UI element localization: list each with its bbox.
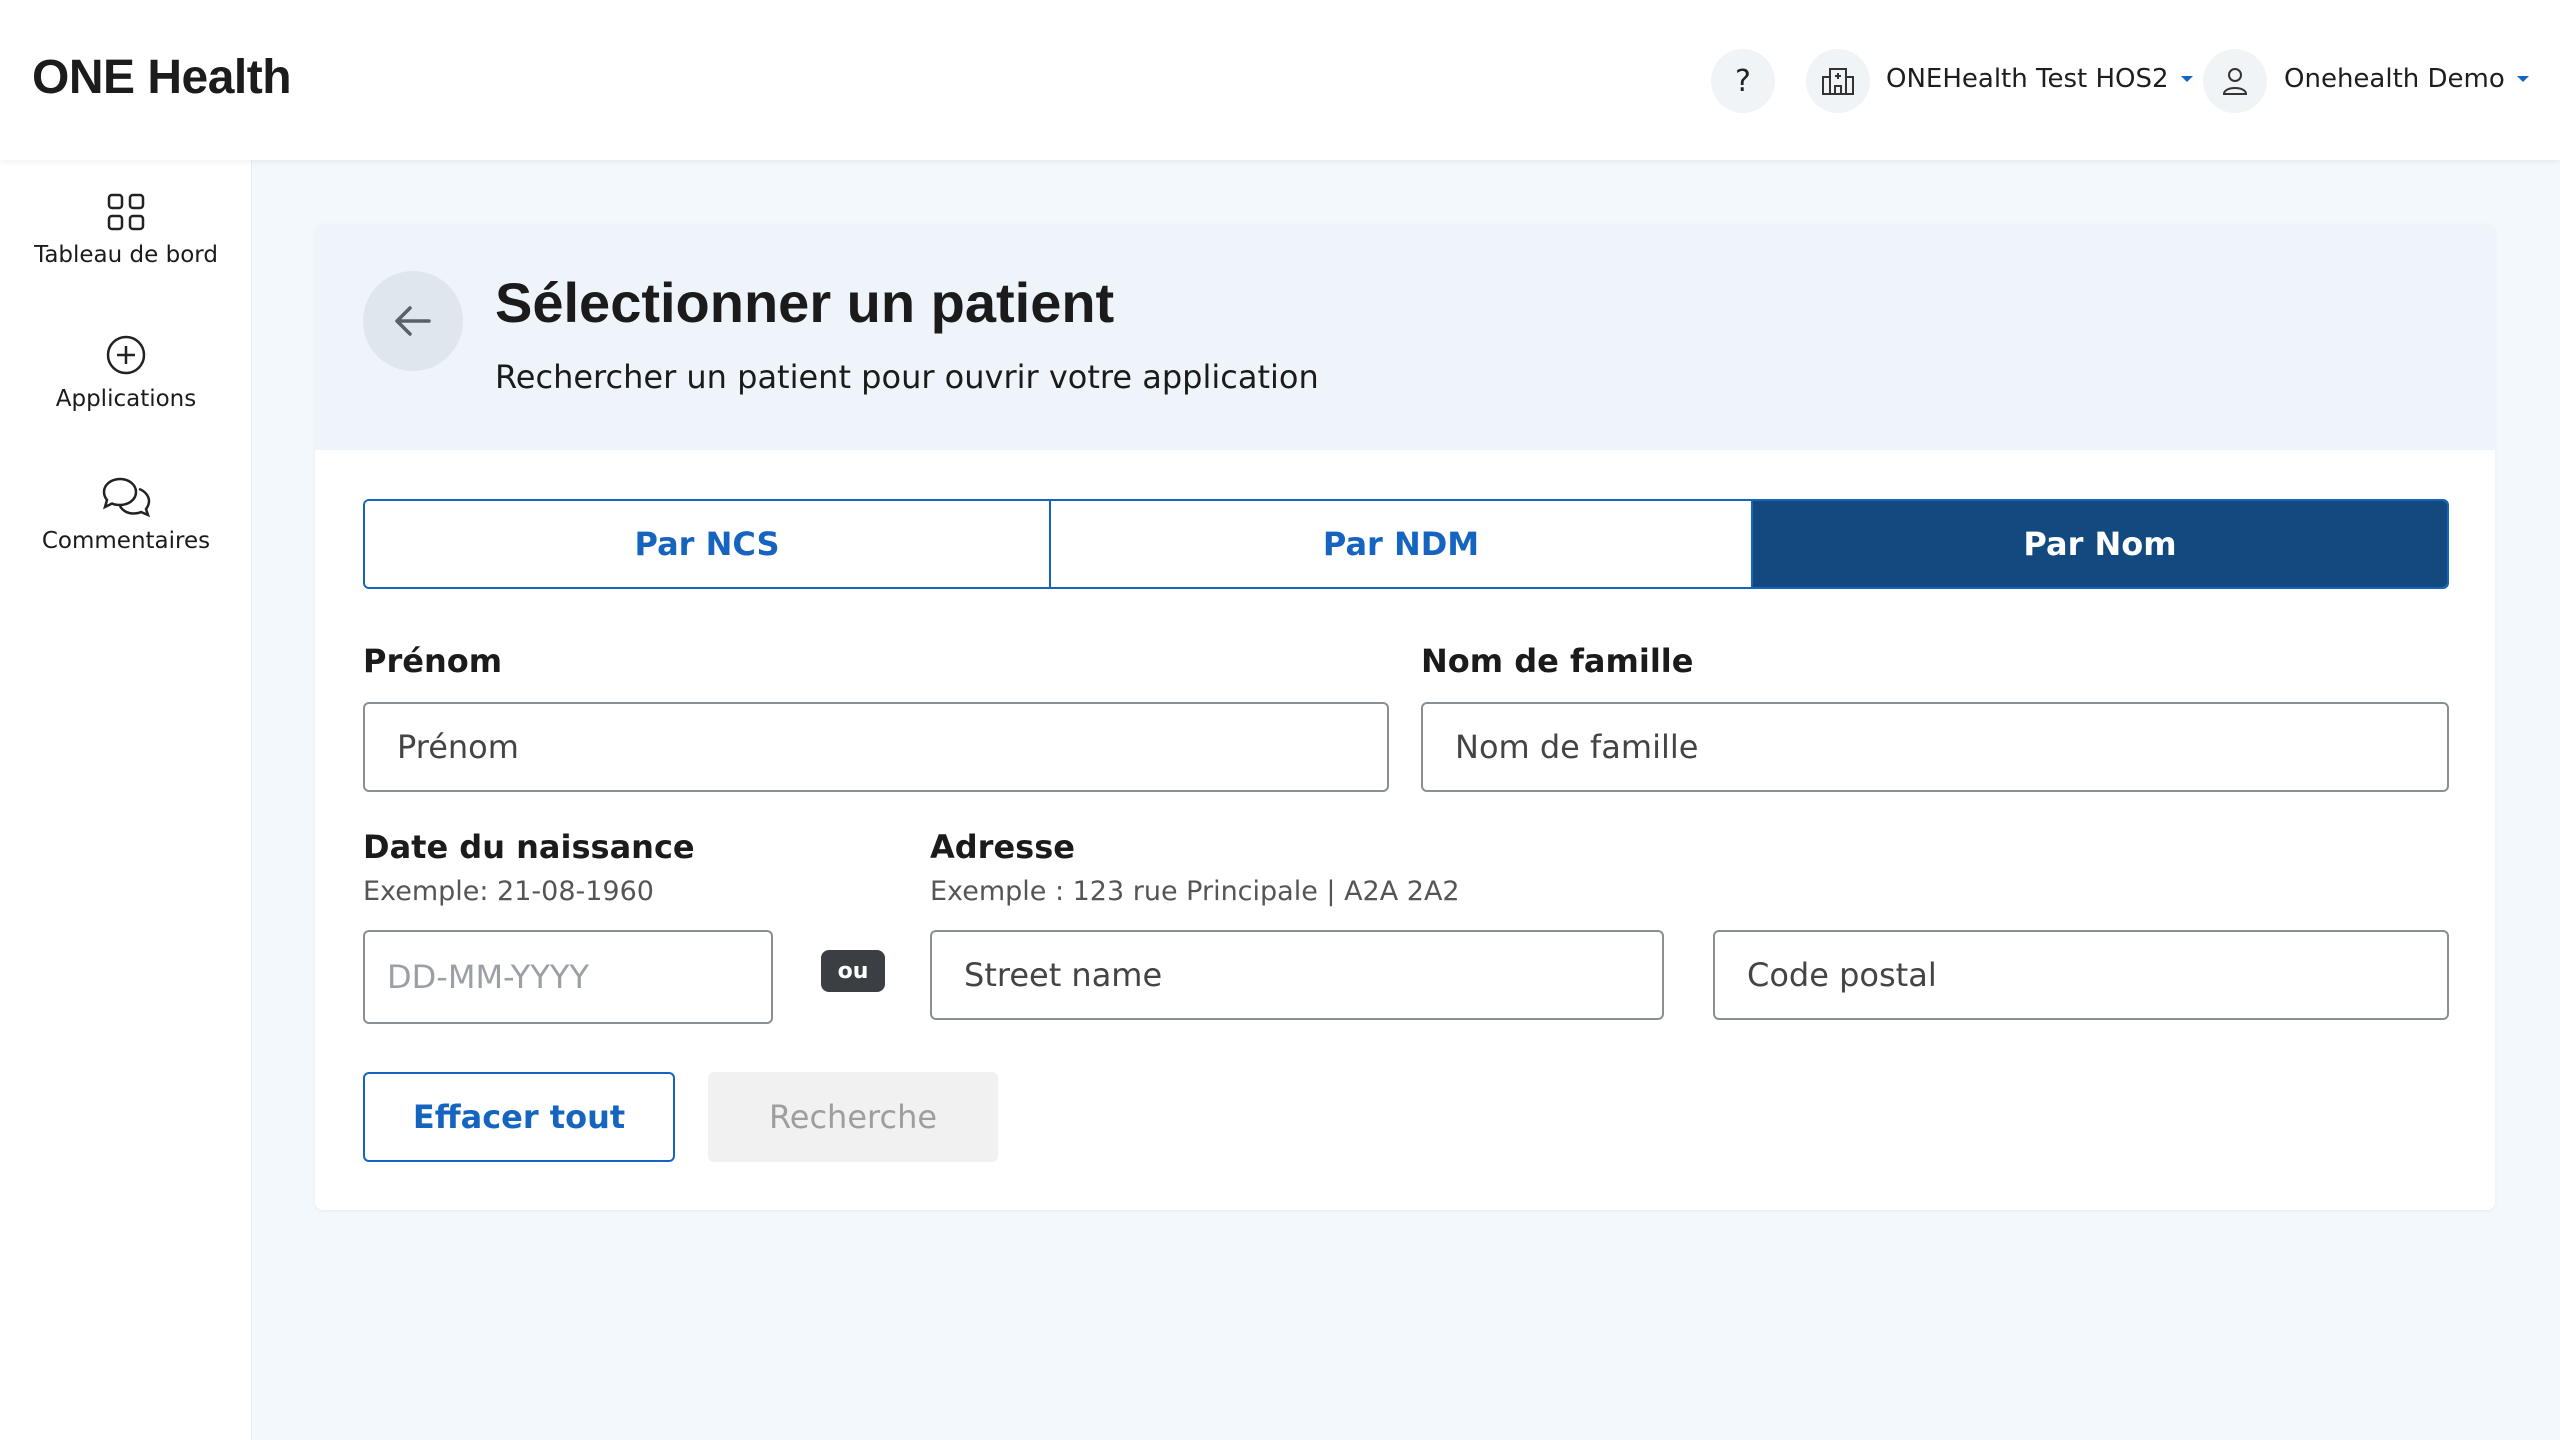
user-menu[interactable]: Onehealth Demo: [2284, 64, 2529, 94]
sidebar: Tableau de bord Applications Commentaire…: [0, 160, 252, 1440]
chat-bubbles-icon: [102, 477, 151, 518]
first-name-label: Prénom: [363, 642, 503, 680]
clear-all-button[interactable]: Effacer tout: [363, 1072, 675, 1162]
tab-par-ncs[interactable]: Par NCS: [365, 501, 1049, 587]
user-name: Onehealth Demo: [2284, 64, 2505, 94]
chevron-down-icon: [2516, 76, 2529, 82]
address-hint: Exemple : 123 rue Principale | A2A 2A2: [930, 876, 1460, 907]
back-button[interactable]: [363, 271, 463, 371]
chevron-down-icon: [2180, 76, 2193, 82]
sidebar-item-applications[interactable]: Applications: [0, 334, 252, 412]
sidebar-item-comments[interactable]: Commentaires: [0, 476, 252, 554]
hospital-icon: [1822, 68, 1854, 95]
dob-input[interactable]: DD-MM-YYYY: [363, 930, 773, 1024]
sidebar-item-label: Applications: [55, 386, 197, 412]
user-icon: [2222, 68, 2248, 95]
arrow-left-icon: [395, 306, 431, 336]
sidebar-item-label: Commentaires: [41, 528, 211, 554]
postal-code-input[interactable]: Code postal: [1713, 930, 2449, 1020]
top-bar: ONE Health ? ONEHealth Test HOS2 Oneheal…: [0, 0, 2560, 160]
help-label: ?: [1735, 63, 1751, 99]
hospital-name: ONEHealth Test HOS2: [1886, 64, 2169, 94]
hospital-selector[interactable]: ONEHealth Test HOS2: [1886, 64, 2193, 94]
or-badge: ou: [821, 950, 885, 992]
page-title: Sélectionner un patient: [495, 271, 1115, 334]
plus-circle-icon: [106, 335, 146, 375]
sidebar-item-label: Tableau de bord: [34, 242, 218, 268]
hospital-icon-button[interactable]: [1806, 49, 1870, 113]
page-subtitle: Rechercher un patient pour ouvrir votre …: [495, 358, 1319, 396]
dob-hint: Exemple: 21-08-1960: [363, 876, 654, 907]
patient-search-card: Sélectionner un patient Rechercher un pa…: [315, 224, 2495, 1210]
help-button[interactable]: ?: [1711, 49, 1775, 113]
address-label: Adresse: [930, 828, 1075, 866]
last-name-input[interactable]: Nom de famille: [1421, 702, 2449, 792]
user-icon-button[interactable]: [2203, 49, 2267, 113]
brand-logo[interactable]: ONE Health: [32, 50, 292, 105]
search-mode-tabs: Par NCS Par NDM Par Nom: [363, 499, 2449, 589]
tab-par-nom[interactable]: Par Nom: [1751, 501, 2447, 587]
dob-label: Date du naissance: [363, 828, 695, 866]
last-name-label: Nom de famille: [1421, 642, 1694, 680]
search-button[interactable]: Recherche: [708, 1072, 998, 1162]
card-header: Sélectionner un patient Rechercher un pa…: [315, 224, 2495, 450]
first-name-input[interactable]: Prénom: [363, 702, 1389, 792]
grid-icon: [107, 193, 145, 231]
tab-par-ndm[interactable]: Par NDM: [1049, 501, 1751, 587]
street-name-input[interactable]: Street name: [930, 930, 1664, 1020]
sidebar-item-dashboard[interactable]: Tableau de bord: [0, 192, 252, 268]
